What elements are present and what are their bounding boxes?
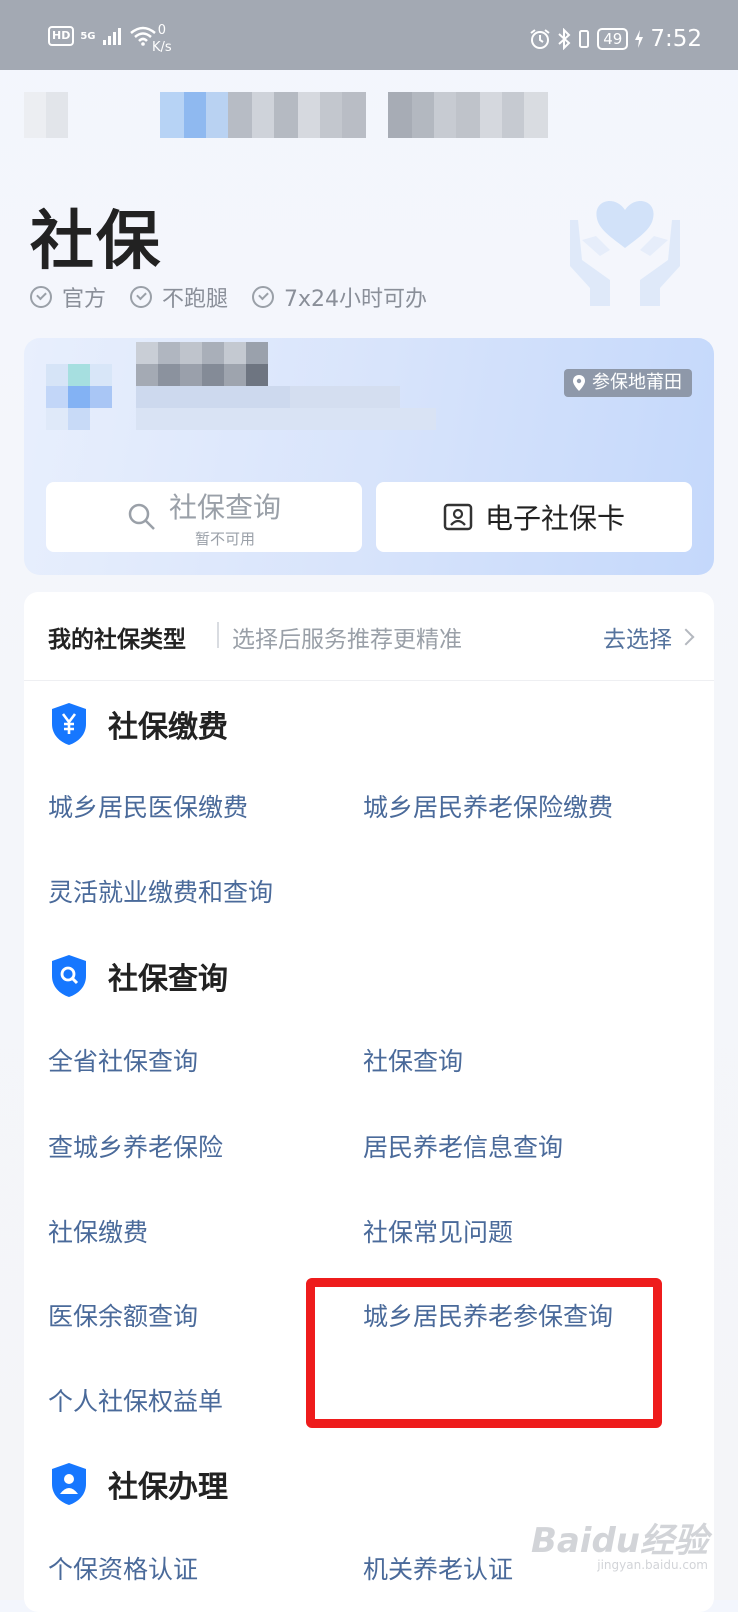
check-circle-icon <box>252 286 275 308</box>
feature-tags: 官方 不跑腿 7x24小时可办 <box>30 281 427 313</box>
electronic-card-button[interactable]: 电子社保卡 <box>376 482 692 552</box>
service-link[interactable]: 灵活就业缴费和查询 <box>48 873 273 909</box>
location-pin-icon <box>573 375 585 391</box>
section-title: 社保缴费 <box>108 710 228 745</box>
service-link[interactable]: 机关养老认证 <box>363 1550 513 1586</box>
hd-badge: HD <box>48 26 75 46</box>
section-title: 社保查询 <box>108 962 228 997</box>
net-speed-value: 0 <box>157 23 166 38</box>
query-button-text: 社保查询 暂不可用 <box>169 486 281 549</box>
social-security-card: 参保地莆田 社保查询 暂不可用 电子社保卡 <box>24 338 714 575</box>
network-type: 5G <box>80 30 96 42</box>
tag-label: 不跑腿 <box>162 287 229 312</box>
baidu-watermark: Baidu经验 jingyan.baidu.com <box>531 1524 708 1572</box>
insurance-type-row[interactable]: 我的社保类型 选择后服务推荐更精准 去选择 <box>24 592 714 681</box>
divider <box>217 622 219 648</box>
status-left: HD 5G <box>48 26 156 46</box>
choose-type-label: 去选择 <box>603 627 672 653</box>
section-title: 社保办理 <box>108 1470 228 1505</box>
ecard-button-label: 电子社保卡 <box>484 502 625 535</box>
query-button-label: 社保查询 <box>168 490 281 524</box>
query-button-sublabel: 暂不可用 <box>194 529 255 548</box>
watermark-text: Baidu经验 <box>530 1521 708 1561</box>
service-link[interactable]: 个人社保权益单 <box>48 1382 223 1418</box>
tag-label: 7x24小时可办 <box>284 287 428 312</box>
service-link[interactable]: 全省社保查询 <box>48 1042 198 1078</box>
bluetooth-icon <box>558 28 571 50</box>
status-right: 49 7:52 <box>529 26 702 52</box>
check-circle-icon <box>30 286 52 308</box>
tag-no-visit: 不跑腿 <box>130 281 228 313</box>
signal-icon <box>102 28 121 45</box>
charging-icon <box>635 30 644 48</box>
service-link[interactable]: 查城乡养老保险 <box>48 1128 223 1164</box>
yen-shield-icon <box>52 703 86 745</box>
service-link[interactable]: 居民养老信息查询 <box>363 1128 563 1164</box>
battery-indicator: 49 <box>597 28 629 50</box>
chevron-right-icon <box>677 628 695 646</box>
blurred-header <box>0 92 738 138</box>
vibrate-icon <box>579 30 590 48</box>
service-link[interactable]: 社保常见问题 <box>363 1213 513 1249</box>
social-security-query-button[interactable]: 社保查询 暂不可用 <box>46 482 362 552</box>
service-link[interactable]: 个保资格认证 <box>48 1550 198 1586</box>
highlight-annotation-box <box>306 1278 662 1428</box>
services-panel: 我的社保类型 选择后服务推荐更精准 去选择 社保缴费 城乡居民医保缴费 城乡居民… <box>24 592 714 1612</box>
search-icon <box>128 503 155 530</box>
choose-type-link[interactable]: 去选择 <box>603 620 695 654</box>
net-speed-unit: K/s <box>152 40 172 55</box>
section-query-header: 社保查询 <box>50 954 228 998</box>
tag-label: 官方 <box>62 287 107 312</box>
section-payment-header: 社保缴费 <box>50 702 228 746</box>
location-label: 参保地莆田 <box>592 372 682 393</box>
tag-official: 官方 <box>30 281 106 313</box>
status-bar: HD 5G 0 K/s 49 7:52 <box>0 0 738 70</box>
check-circle-icon <box>130 286 153 308</box>
person-shield-icon <box>52 1463 86 1505</box>
insurance-type-hint: 选择后服务推荐更精准 <box>232 627 462 653</box>
location-badge[interactable]: 参保地莆田 <box>564 369 692 397</box>
service-link[interactable]: 城乡居民医保缴费 <box>48 788 248 824</box>
search-shield-icon <box>52 955 86 997</box>
id-card-icon <box>443 503 473 531</box>
care-hands-icon <box>570 200 680 306</box>
service-link[interactable]: 城乡居民养老保险缴费 <box>363 788 613 824</box>
alarm-icon <box>530 29 550 49</box>
insurance-type-title: 我的社保类型 <box>48 627 186 653</box>
page-title: 社保 <box>30 205 162 279</box>
blurred-user-info <box>24 338 464 458</box>
tag-24h: 7x24小时可办 <box>252 281 427 313</box>
section-handling-header: 社保办理 <box>50 1462 228 1506</box>
service-link[interactable]: 医保余额查询 <box>48 1297 198 1333</box>
clock: 7:52 <box>650 26 702 52</box>
net-speed: 0 K/s <box>152 22 172 56</box>
service-link[interactable]: 社保缴费 <box>48 1213 148 1249</box>
service-link[interactable]: 社保查询 <box>363 1042 463 1078</box>
